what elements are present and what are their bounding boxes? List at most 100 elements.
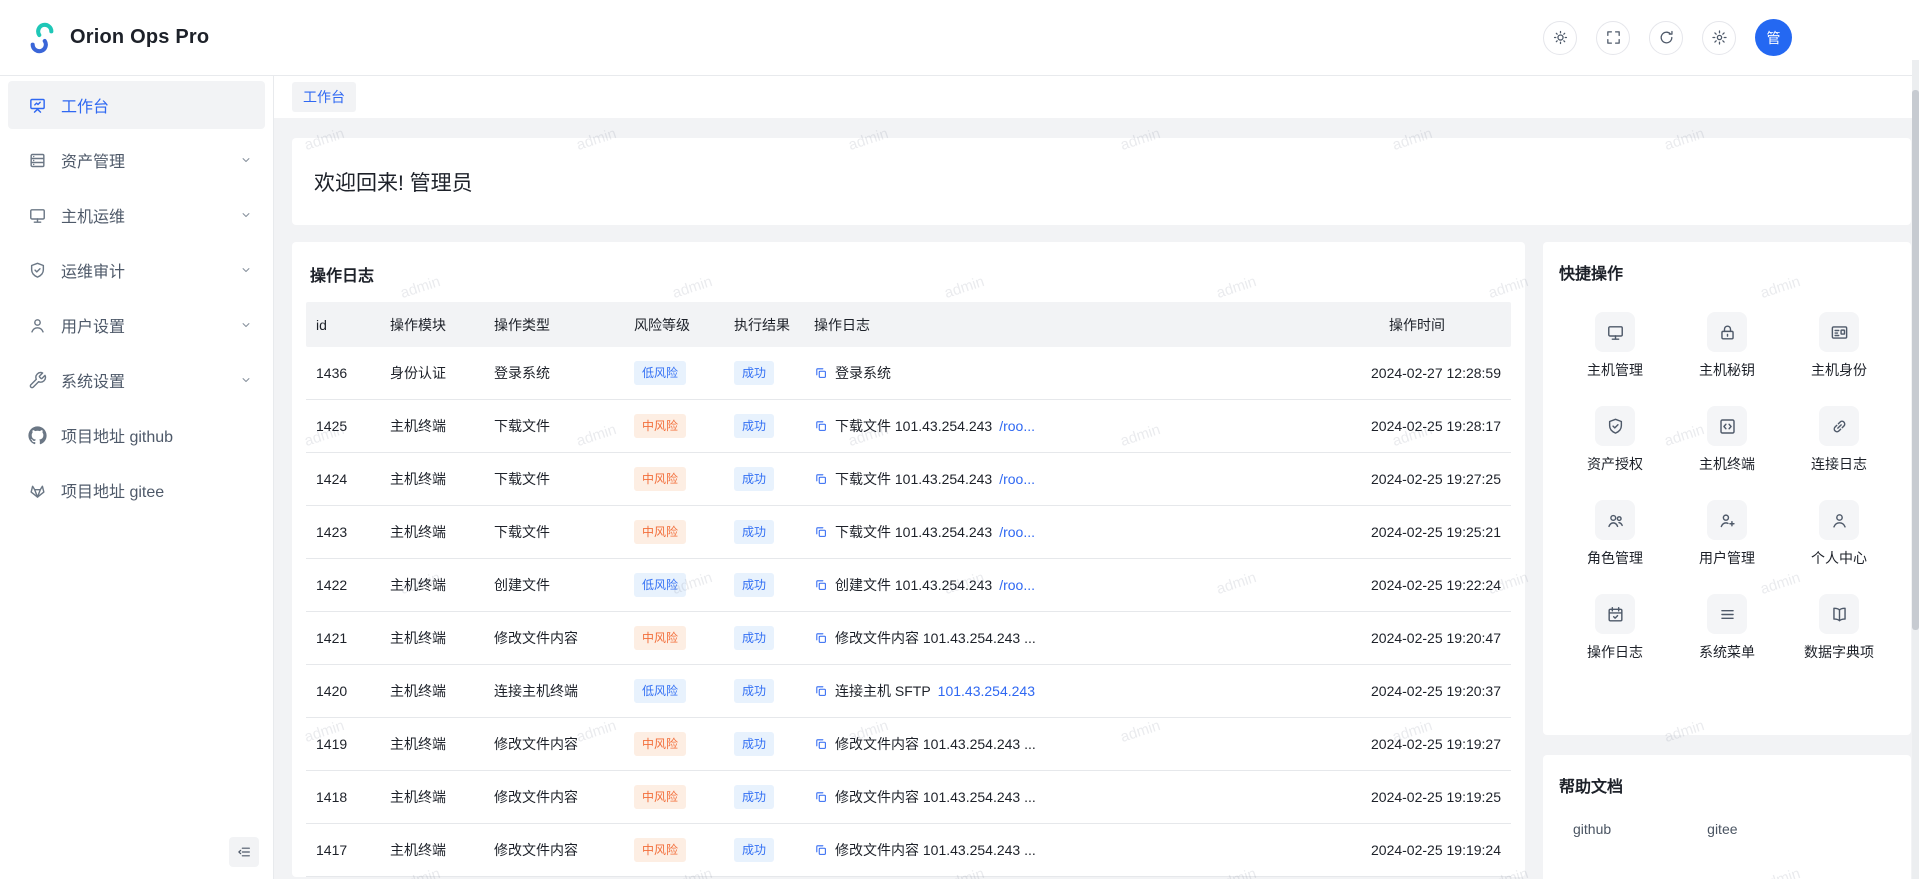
theme-button[interactable] <box>1543 21 1577 55</box>
table-row: 1419 主机终端 修改文件内容 中风险 成功 修改文件内容 101.43.25… <box>306 718 1511 771</box>
quick-action-profile[interactable]: 个人中心 <box>1783 500 1895 568</box>
quick-action-host-manage[interactable]: 主机管理 <box>1559 312 1671 380</box>
monitor-icon <box>28 206 47 225</box>
cell-module: 主机终端 <box>380 522 484 542</box>
help-docs-title: 帮助文档 <box>1559 773 1895 797</box>
quick-action-data-dict[interactable]: 数据字典项 <box>1783 594 1895 662</box>
sidebar-item-workbench[interactable]: 工作台 <box>8 81 265 129</box>
help-link-gitee[interactable]: gitee <box>1707 821 1737 837</box>
copy-icon[interactable] <box>814 631 828 645</box>
log-link[interactable]: /roo... <box>999 418 1035 434</box>
result-badge: 成功 <box>734 679 774 703</box>
scrollbar-thumb[interactable] <box>1912 90 1919 630</box>
sidebar-item-user-settings[interactable]: 用户设置 <box>8 301 265 349</box>
quick-action-host-terminal[interactable]: 主机终端 <box>1671 406 1783 474</box>
sidebar-item-system-settings[interactable]: 系统设置 <box>8 356 265 404</box>
log-link[interactable]: /roo... <box>999 524 1035 540</box>
copy-icon[interactable] <box>814 525 828 539</box>
quick-action-label: 系统菜单 <box>1671 642 1783 662</box>
breadcrumb-item-workbench[interactable]: 工作台 <box>292 82 356 112</box>
chevron-down-icon <box>239 208 253 222</box>
copy-icon[interactable] <box>814 472 828 486</box>
cell-time: 2024-02-25 19:25:21 <box>1319 524 1511 540</box>
cell-id: 1418 <box>306 789 380 805</box>
log-link[interactable]: /roo... <box>999 471 1035 487</box>
quick-action-label: 角色管理 <box>1559 548 1671 568</box>
settings-button[interactable] <box>1702 21 1736 55</box>
quick-action-host-identity[interactable]: 主机身份 <box>1783 312 1895 380</box>
quick-action-asset-grant[interactable]: 资产授权 <box>1559 406 1671 474</box>
sidebar-item-audit[interactable]: 运维审计 <box>8 246 265 294</box>
copy-icon[interactable] <box>814 366 828 380</box>
result-badge: 成功 <box>734 414 774 438</box>
collapse-icon <box>236 844 252 860</box>
cell-type: 下载文件 <box>484 416 624 436</box>
cell-id: 1419 <box>306 736 380 752</box>
quick-action-op-log[interactable]: 操作日志 <box>1559 594 1671 662</box>
col-header-log: 操作日志 <box>804 315 1319 335</box>
quick-action-label: 主机秘钥 <box>1671 360 1783 380</box>
quick-action-label: 资产授权 <box>1559 454 1671 474</box>
table-row: 1425 主机终端 下载文件 中风险 成功 下载文件 101.43.254.24… <box>306 400 1511 453</box>
copy-icon[interactable] <box>814 578 828 592</box>
sidebar-item-github[interactable]: 项目地址 github <box>8 411 265 459</box>
sidebar-item-label: 系统设置 <box>61 368 125 392</box>
quick-action-label: 连接日志 <box>1783 454 1895 474</box>
log-text: 修改文件内容 101.43.254.243 ... <box>835 840 1036 860</box>
link-icon <box>1819 406 1859 446</box>
sidebar-item-label: 项目地址 gitee <box>61 478 164 502</box>
table-row: 1423 主机终端 下载文件 中风险 成功 下载文件 101.43.254.24… <box>306 506 1511 559</box>
log-text: 登录系统 <box>835 363 891 383</box>
log-link[interactable]: /roo... <box>999 577 1035 593</box>
quick-action-label: 主机管理 <box>1559 360 1671 380</box>
menu-icon <box>1707 594 1747 634</box>
cell-module: 主机终端 <box>380 734 484 754</box>
cell-time: 2024-02-25 19:27:25 <box>1319 471 1511 487</box>
result-badge: 成功 <box>734 467 774 491</box>
quick-action-connect-log[interactable]: 连接日志 <box>1783 406 1895 474</box>
cell-module: 主机终端 <box>380 681 484 701</box>
cell-module: 主机终端 <box>380 787 484 807</box>
quick-action-label: 操作日志 <box>1559 642 1671 662</box>
expand-icon <box>1605 29 1622 46</box>
header-actions: 管 <box>1543 19 1792 56</box>
log-link[interactable]: 101.43.254.243 <box>938 683 1035 699</box>
user-avatar[interactable]: 管 <box>1755 19 1792 56</box>
copy-icon[interactable] <box>814 419 828 433</box>
quick-action-user-manage[interactable]: 用户管理 <box>1671 500 1783 568</box>
quick-actions-title: 快捷操作 <box>1559 260 1895 284</box>
shield-icon <box>1595 406 1635 446</box>
copy-icon[interactable] <box>814 684 828 698</box>
chevron-down-icon <box>239 373 253 387</box>
copy-icon[interactable] <box>814 737 828 751</box>
chevron-down-icon <box>239 263 253 277</box>
cell-module: 主机终端 <box>380 575 484 595</box>
quick-action-sys-menu[interactable]: 系统菜单 <box>1671 594 1783 662</box>
cell-module: 主机终端 <box>380 416 484 436</box>
result-badge: 成功 <box>734 838 774 862</box>
code-icon <box>1707 406 1747 446</box>
sidebar-item-assets[interactable]: 资产管理 <box>8 136 265 184</box>
operation-log-title: 操作日志 <box>310 262 1507 286</box>
col-header-type: 操作类型 <box>484 315 624 335</box>
sidebar-item-gitee[interactable]: 项目地址 gitee <box>8 466 265 514</box>
log-text: 下载文件 101.43.254.243 <box>835 416 992 436</box>
logo-icon <box>26 22 58 54</box>
log-text: 修改文件内容 101.43.254.243 ... <box>835 787 1036 807</box>
refresh-button[interactable] <box>1649 21 1683 55</box>
cell-id: 1417 <box>306 842 380 858</box>
copy-icon[interactable] <box>814 843 828 857</box>
help-link-github[interactable]: github <box>1573 821 1611 837</box>
copy-icon[interactable] <box>814 790 828 804</box>
lock-icon <box>1707 312 1747 352</box>
log-text: 下载文件 101.43.254.243 <box>835 522 992 542</box>
page-scrollbar <box>1912 60 1919 879</box>
fullscreen-button[interactable] <box>1596 21 1630 55</box>
cell-time: 2024-02-27 12:28:59 <box>1319 365 1511 381</box>
quick-action-host-keys[interactable]: 主机秘钥 <box>1671 312 1783 380</box>
cell-type: 连接主机终端 <box>484 681 624 701</box>
sidebar-item-host-ops[interactable]: 主机运维 <box>8 191 265 239</box>
sidebar-collapse-button[interactable] <box>229 837 259 867</box>
quick-action-role-manage[interactable]: 角色管理 <box>1559 500 1671 568</box>
risk-badge: 中风险 <box>634 520 686 544</box>
